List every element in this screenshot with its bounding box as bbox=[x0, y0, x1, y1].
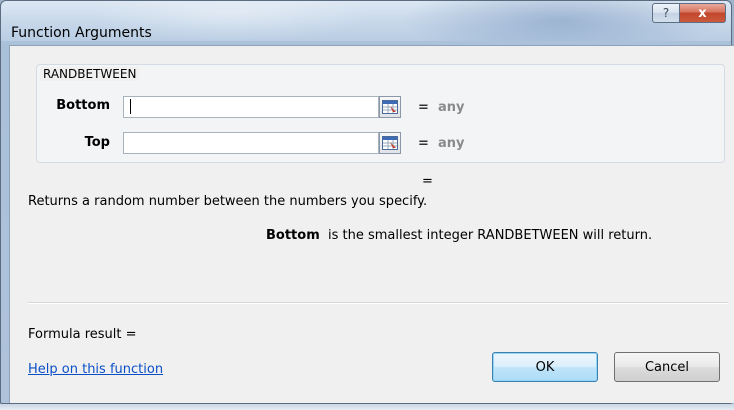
argument-help-name: Bottom bbox=[266, 228, 320, 243]
top-equals: = bbox=[418, 136, 429, 151]
bottom-equals: = bbox=[418, 100, 429, 115]
range-select-icon bbox=[382, 136, 398, 150]
argument-help-text: is the smallest integer RANDBETWEEN will… bbox=[328, 228, 653, 243]
dialog-window: Function Arguments ? x RANDBETWEEN Botto… bbox=[0, 0, 734, 404]
argument-help: Bottom is the smallest integer RANDBETWE… bbox=[266, 228, 652, 243]
dialog-title: Function Arguments bbox=[11, 25, 152, 41]
function-description: Returns a random number between the numb… bbox=[28, 194, 428, 209]
top-result: any bbox=[438, 136, 465, 151]
bottom-range-select-button[interactable] bbox=[379, 96, 401, 118]
function-name-label: RANDBETWEEN bbox=[40, 67, 140, 81]
background-window-edge bbox=[0, 404, 734, 410]
divider bbox=[28, 302, 728, 304]
help-link[interactable]: Help on this function bbox=[28, 362, 163, 377]
close-button[interactable]: x bbox=[679, 3, 726, 23]
bottom-label: Bottom bbox=[56, 98, 110, 113]
cancel-button[interactable]: Cancel bbox=[614, 352, 720, 382]
function-result-equals: = bbox=[422, 174, 433, 189]
close-icon: x bbox=[698, 5, 707, 21]
help-button[interactable]: ? bbox=[652, 3, 680, 23]
dialog-body: RANDBETWEEN Bottom = any Top = any = Ret… bbox=[9, 45, 734, 403]
text-caret bbox=[130, 99, 131, 114]
title-bar[interactable]: Function Arguments bbox=[1, 1, 731, 41]
range-select-icon bbox=[382, 100, 398, 114]
bottom-result: any bbox=[438, 100, 465, 115]
question-icon: ? bbox=[662, 6, 670, 20]
formula-result: Formula result = bbox=[28, 327, 137, 342]
top-input[interactable] bbox=[123, 132, 379, 154]
ok-button[interactable]: OK bbox=[492, 352, 598, 382]
top-range-select-button[interactable] bbox=[379, 132, 401, 154]
top-label: Top bbox=[84, 135, 110, 150]
bottom-input[interactable] bbox=[123, 96, 379, 118]
